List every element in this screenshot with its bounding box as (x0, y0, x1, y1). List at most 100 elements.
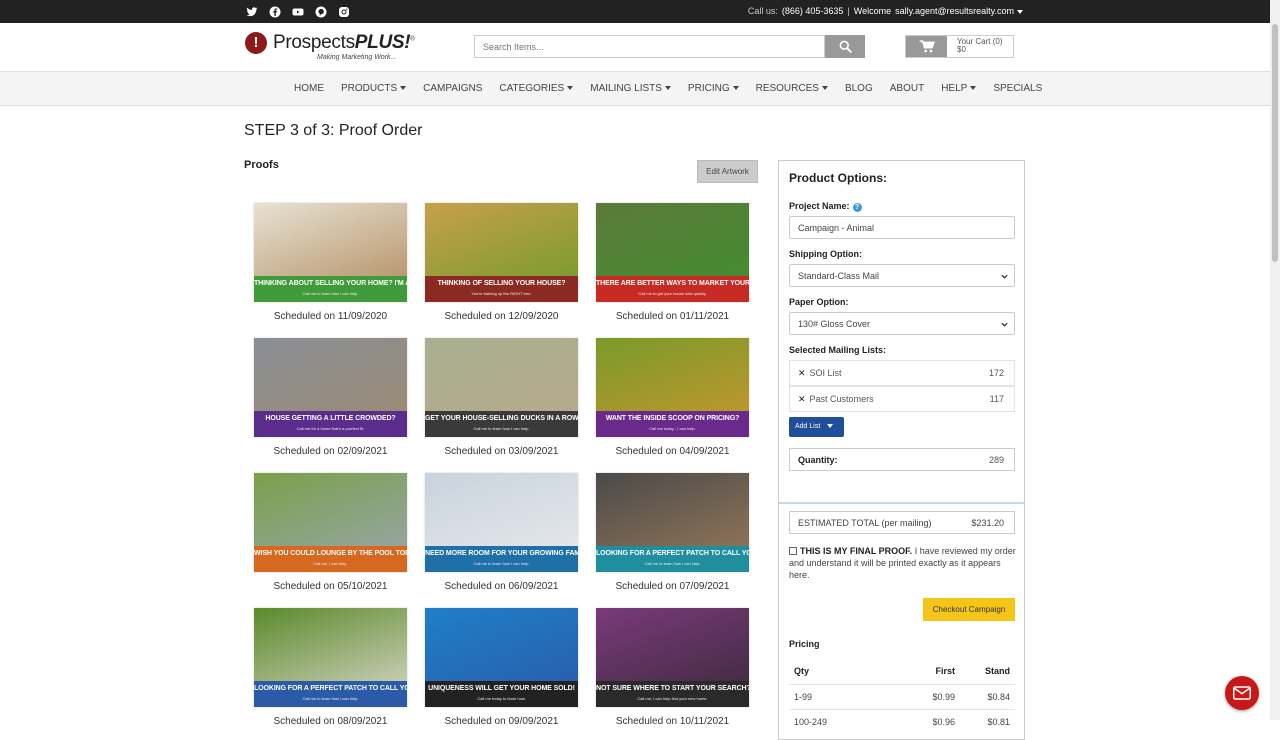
proof-card[interactable]: LOOKING FOR A PERFECT PATCH TO CALL YOUR… (254, 608, 407, 727)
pinterest-icon[interactable] (314, 5, 328, 18)
proof-card[interactable]: NOT SURE WHERE TO START YOUR SEARCH? Call… (596, 608, 749, 727)
proof-card[interactable]: UNIQUENESS WILL GET YOUR HOME SOLD! Call … (425, 608, 578, 727)
nav-item-about[interactable]: ABOUT (890, 83, 924, 94)
pricing-row: 1-99 $0.99 $0.84 (789, 684, 1015, 709)
shipping-option-select[interactable]: Standard-Class Mail (789, 264, 1015, 287)
proof-card[interactable]: WANT THE INSIDE SCOOP ON PRICING? Call me… (596, 338, 749, 457)
nav-item-campaigns[interactable]: CAMPAIGNS (423, 83, 482, 94)
proof-schedule-date: Scheduled on 01/11/2021 (615, 311, 730, 322)
quantity-label: Quantity: (798, 455, 838, 465)
proof-image[interactable]: LOOKING FOR A PERFECT PATCH TO CALL YOUR… (254, 608, 407, 707)
proof-image[interactable]: HOUSE GETTING A LITTLE CROWDED? Call me f… (254, 338, 407, 437)
scrollbar-thumb[interactable] (1272, 24, 1278, 262)
proof-subline: Call me to learn how I can help. (644, 561, 701, 566)
youtube-icon[interactable] (291, 5, 305, 18)
mailing-list-name: Past Customers (809, 394, 874, 404)
proof-headline-band: WANT THE INSIDE SCOOP ON PRICING? Call me… (596, 411, 749, 437)
product-options-panel: Product Options: Project Name:? Campaign… (778, 160, 1025, 740)
help-icon[interactable]: ? (852, 203, 862, 212)
proof-headline-band: NOT SURE WHERE TO START YOUR SEARCH? Call… (596, 681, 749, 707)
remove-list-icon[interactable]: ✕ (798, 394, 806, 404)
proof-image[interactable]: UNIQUENESS WILL GET YOUR HOME SOLD! Call … (425, 608, 578, 707)
search-bar (474, 35, 865, 58)
add-list-button[interactable]: Add List (789, 417, 844, 437)
nav-item-products[interactable]: PRODUCTS (341, 83, 407, 94)
checkout-campaign-button[interactable]: Checkout Campaign (923, 598, 1015, 621)
search-icon (839, 40, 852, 53)
proof-subline: Call me today - I can help. (649, 426, 696, 431)
shipping-option-label: Shipping Option: (789, 249, 862, 259)
proof-card[interactable]: THINKING ABOUT SELLING YOUR HOME? I'M AL… (254, 203, 407, 322)
proof-image[interactable]: THINKING OF SELLING YOUR HOUSE? You're ba… (425, 203, 578, 302)
instagram-icon[interactable] (337, 5, 351, 18)
logo-tagline: Making Marketing Work... (317, 54, 397, 61)
search-input[interactable] (474, 35, 825, 58)
quantity-display: Quantity: 289 (789, 448, 1015, 471)
proof-subline: Call me to get your house sold quickly. (638, 291, 707, 296)
panel-divider (779, 502, 1024, 504)
edit-artwork-button[interactable]: Edit Artwork (697, 160, 758, 183)
search-button[interactable] (825, 35, 865, 58)
chevron-down-icon (732, 86, 739, 91)
proof-image[interactable]: THERE ARE BETTER WAYS TO MARKET YOUR HOM… (596, 203, 749, 302)
proof-card[interactable]: HOUSE GETTING A LITTLE CROWDED? Call me f… (254, 338, 407, 457)
mailing-list-item: ✕ SOI List 172 (789, 360, 1015, 386)
nav-item-pricing[interactable]: PRICING (688, 83, 739, 94)
proof-subline: Call me, I can help find your new home. (637, 696, 708, 701)
logo[interactable]: ! ProspectsPLUS!® Making Marketing Work.… (245, 31, 415, 63)
user-menu[interactable]: sally.agent@resultsrealty.com (895, 6, 1023, 16)
proof-headline: THINKING OF SELLING YOUR HOUSE? (437, 280, 566, 287)
account-area: Call us: (866) 405-3635 | Welcome sally.… (748, 6, 1023, 16)
nav-item-help[interactable]: HELP (941, 83, 977, 94)
chat-button[interactable] (1225, 676, 1259, 710)
chevron-down-icon (1001, 322, 1008, 327)
proof-image[interactable]: THINKING ABOUT SELLING YOUR HOME? I'M AL… (254, 203, 407, 302)
proof-headline: NEED MORE ROOM FOR YOUR GROWING FAMILY? (425, 550, 578, 557)
proof-card[interactable]: LOOKING FOR A PERFECT PATCH TO CALL YOUR… (596, 473, 749, 592)
cart-button[interactable] (906, 36, 947, 57)
proof-headline-band: THINKING ABOUT SELLING YOUR HOME? I'M AL… (254, 276, 407, 302)
proof-card[interactable]: NEED MORE ROOM FOR YOUR GROWING FAMILY? C… (425, 473, 578, 592)
cart-icon (919, 39, 935, 52)
estimated-total-value: $231.20 (971, 518, 1004, 528)
nav-item-categories[interactable]: CATEGORIES (499, 83, 574, 94)
proof-headline: THINKING ABOUT SELLING YOUR HOME? I'M AL… (254, 280, 407, 287)
final-proof-confirm: THIS IS MY FINAL PROOF. I have reviewed … (789, 545, 1017, 581)
twitter-icon[interactable] (245, 5, 259, 18)
proof-card[interactable]: THERE ARE BETTER WAYS TO MARKET YOUR HOM… (596, 203, 749, 322)
paper-option-select[interactable]: 130# Gloss Cover (789, 312, 1015, 335)
nav-item-specials[interactable]: SPECIALS (993, 83, 1042, 94)
final-proof-checkbox[interactable] (789, 547, 797, 555)
proof-card[interactable]: GET YOUR HOUSE-SELLING DUCKS IN A ROW! Ca… (425, 338, 578, 457)
proof-headline: UNIQUENESS WILL GET YOUR HOME SOLD! (428, 685, 575, 692)
paper-option-value: 130# Gloss Cover (798, 319, 871, 329)
cart-widget[interactable]: Your Cart (0) $0 (905, 35, 1014, 58)
main-nav: HOME PRODUCTS CAMPAIGNS CATEGORIES MAILING L… (0, 71, 1270, 106)
mailing-list-count: 172 (988, 368, 1004, 378)
proof-image[interactable]: WANT THE INSIDE SCOOP ON PRICING? Call me… (596, 338, 749, 437)
proof-image[interactable]: GET YOUR HOUSE-SELLING DUCKS IN A ROW! Ca… (425, 338, 578, 437)
proof-card[interactable]: THINKING OF SELLING YOUR HOUSE? You're ba… (425, 203, 578, 322)
proof-image[interactable]: LOOKING FOR A PERFECT PATCH TO CALL YOUR… (596, 473, 749, 572)
page-scrollbar[interactable] (1270, 0, 1280, 720)
remove-list-icon[interactable]: ✕ (798, 368, 806, 378)
pricing-header-row: Qty First Stand (789, 659, 1015, 684)
proof-subline: Call me to learn how I can help. (302, 696, 359, 701)
chevron-down-icon (970, 86, 977, 91)
proof-image[interactable]: NOT SURE WHERE TO START YOUR SEARCH? Call… (596, 608, 749, 707)
proof-image[interactable]: WISH YOU COULD LOUNGE BY THE POOL TODAY?… (254, 473, 407, 572)
nav-item-resources[interactable]: RESOURCES (756, 83, 828, 94)
facebook-icon[interactable] (268, 5, 282, 18)
nav-item-mailing-lists[interactable]: MAILING LISTS (590, 83, 671, 94)
nav-item-blog[interactable]: BLOG (845, 83, 873, 94)
social-links (245, 5, 351, 18)
project-name-input[interactable]: Campaign - Animal (789, 216, 1015, 239)
project-name-label: Project Name:? (789, 201, 862, 212)
proof-image[interactable]: NEED MORE ROOM FOR YOUR GROWING FAMILY? C… (425, 473, 578, 572)
proof-subline: Call me to learn how I can help. (473, 426, 530, 431)
shipping-option-value: Standard-Class Mail (798, 271, 880, 281)
panel-title: Product Options: (789, 171, 887, 185)
proof-card[interactable]: WISH YOU COULD LOUNGE BY THE POOL TODAY?… (254, 473, 407, 592)
phone-number[interactable]: (866) 405-3635 (782, 6, 844, 16)
nav-item-home[interactable]: HOME (294, 83, 324, 94)
